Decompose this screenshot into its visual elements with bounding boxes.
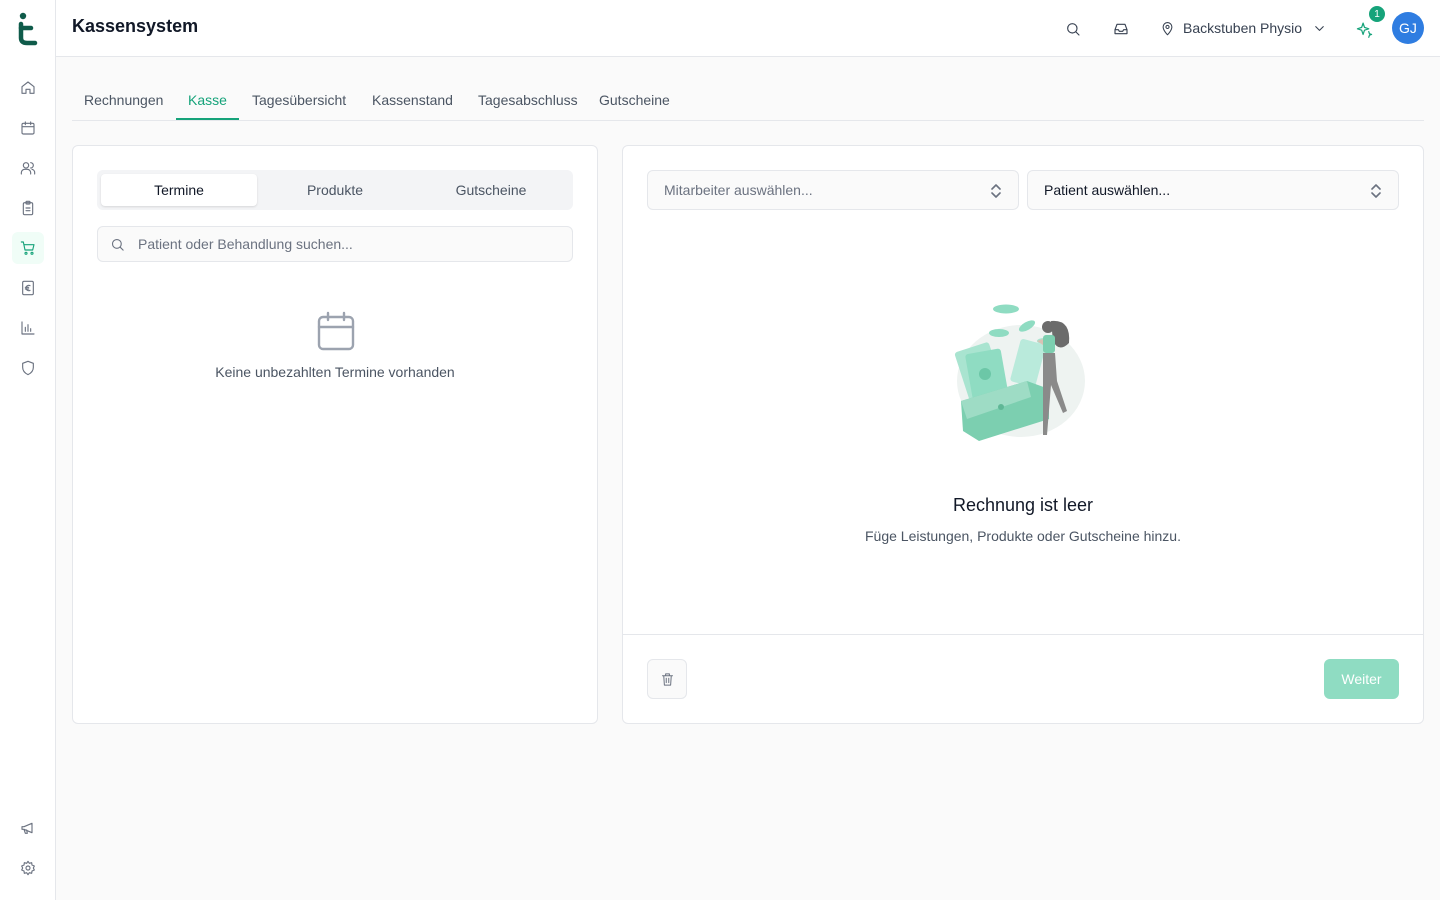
segment-termine[interactable]: Termine	[101, 174, 257, 206]
location-selector[interactable]: Backstuben Physio	[1160, 17, 1327, 39]
segment-gutscheine[interactable]: Gutscheine	[413, 174, 569, 206]
clear-invoice-button[interactable]	[647, 659, 687, 699]
empty-invoice-subtitle: Füge Leistungen, Produkte oder Gutschein…	[865, 528, 1181, 544]
tab-rechnungen[interactable]: Rechnungen	[72, 82, 175, 120]
search-icon	[111, 238, 124, 251]
chevrons-up-down-icon	[991, 184, 1001, 198]
app-logo[interactable]	[17, 12, 39, 46]
home-icon	[21, 81, 35, 94]
sidebar-item-reports[interactable]	[12, 312, 44, 344]
tab-kassenstand[interactable]: Kassenstand	[360, 82, 465, 120]
calendar-icon	[21, 121, 35, 135]
divider	[623, 634, 1423, 635]
sidebar-item-tasks[interactable]	[12, 192, 44, 224]
chevron-down-icon	[1315, 25, 1324, 31]
items-panel: Termine Produkte Gutscheine Keine unbeza…	[72, 145, 598, 724]
page-title: Kassensystem	[72, 16, 199, 36]
item-type-switcher: Termine Produkte Gutscheine	[97, 170, 573, 210]
sidebar-item-patients[interactable]	[12, 152, 44, 184]
employee-select-value: Mitarbeiter auswählen...	[664, 182, 813, 198]
sidebar-item-home[interactable]	[12, 72, 44, 104]
search-input[interactable]	[138, 227, 568, 261]
sidebar-item-security[interactable]	[12, 352, 44, 384]
search-button[interactable]	[1058, 14, 1088, 44]
sidebar-item-billing[interactable]	[12, 272, 44, 304]
tab-bar: Rechnungen Kasse Tagesübersicht Kassenst…	[72, 82, 1424, 121]
megaphone-icon	[21, 822, 33, 834]
sidebar-item-calendar[interactable]	[12, 112, 44, 144]
inbox-button[interactable]	[1106, 14, 1136, 44]
tab-kasse[interactable]: Kasse	[176, 82, 239, 120]
inbox-icon	[1114, 23, 1128, 35]
euro-icon	[22, 280, 34, 296]
invoice-panel: Mitarbeiter auswählen... Patient auswähl…	[622, 145, 1424, 724]
location-label: Backstuben Physio	[1183, 20, 1303, 36]
sparkles-icon	[1356, 22, 1372, 38]
cart-icon	[20, 241, 35, 255]
users-icon	[20, 162, 36, 175]
trash-icon	[661, 672, 673, 686]
appointment-search	[97, 226, 573, 262]
tab-tagesuebersicht[interactable]: Tagesübersicht	[240, 82, 358, 120]
notification-badge: 1	[1369, 6, 1385, 22]
chart-icon	[21, 321, 35, 335]
chevrons-up-down-icon	[1371, 184, 1381, 198]
shield-icon	[22, 360, 34, 376]
empty-wallet-illustration	[954, 304, 1085, 441]
segment-produkte[interactable]: Produkte	[257, 174, 413, 206]
tab-gutscheine[interactable]: Gutscheine	[587, 82, 682, 120]
sidebar-item-announcements[interactable]	[12, 812, 44, 844]
empty-state-text: Keine unbezahlten Termine vorhanden	[215, 364, 455, 380]
avatar[interactable]: GJ	[1392, 12, 1424, 44]
clipboard-icon	[22, 200, 34, 216]
gear-icon	[21, 860, 35, 876]
sidebar	[0, 0, 56, 900]
sidebar-item-cash-register[interactable]	[12, 232, 44, 264]
patient-select-value: Patient auswählen...	[1044, 182, 1171, 198]
sidebar-item-settings[interactable]	[12, 852, 44, 884]
tab-tagesabschluss[interactable]: Tagesabschluss	[466, 82, 590, 120]
empty-calendar-icon	[317, 311, 355, 351]
search-icon	[1067, 23, 1080, 36]
empty-invoice-title: Rechnung ist leer	[952, 495, 1094, 515]
next-button[interactable]: Weiter	[1324, 659, 1399, 699]
map-pin-icon	[1162, 21, 1173, 35]
topbar: Kassensystem Backstuben Physio 1 GJ	[56, 0, 1440, 57]
employee-select[interactable]: Mitarbeiter auswählen...	[647, 170, 1019, 210]
patient-select[interactable]: Patient auswählen...	[1027, 170, 1399, 210]
